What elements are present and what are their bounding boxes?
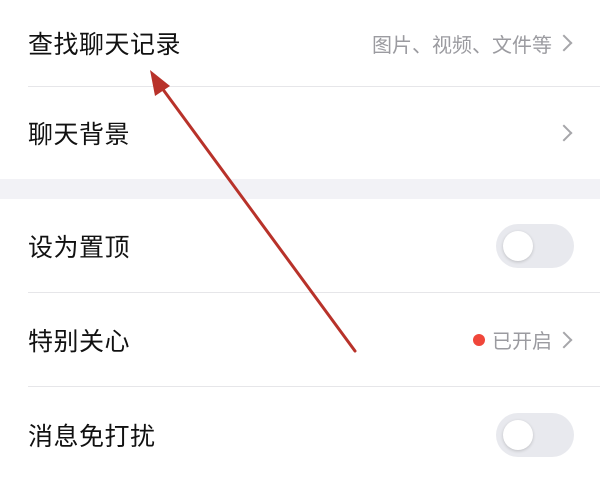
search-chat-history-label: 查找聊天记录 — [28, 30, 182, 59]
chat-background-row[interactable]: 聊天背景 — [0, 87, 600, 179]
toggle-knob — [503, 230, 533, 261]
pin-to-top-toggle[interactable] — [496, 223, 574, 268]
do-not-disturb-toggle[interactable] — [496, 413, 574, 457]
chevron-right-icon — [555, 34, 573, 52]
search-chat-history-row[interactable]: 查找聊天记录 图片、视频、文件等 — [0, 0, 600, 86]
chevron-right-icon — [555, 331, 573, 348]
special-care-label: 特别关心 — [28, 326, 131, 356]
special-care-status: 已开启 — [492, 329, 552, 353]
status-dot-icon — [473, 333, 485, 346]
do-not-disturb-label: 消息免打扰 — [28, 422, 156, 451]
chevron-right-icon — [555, 124, 573, 142]
pin-to-top-row: 设为置顶 — [0, 199, 600, 292]
special-care-row[interactable]: 特别关心 已开启 — [0, 293, 600, 386]
search-chat-history-hint: 图片、视频、文件等 — [372, 32, 552, 57]
pin-to-top-label: 设为置顶 — [28, 232, 131, 262]
chat-background-label: 聊天背景 — [28, 120, 131, 149]
toggle-knob — [503, 420, 533, 450]
do-not-disturb-row: 消息免打扰 — [0, 387, 600, 483]
section-gap — [0, 179, 600, 199]
